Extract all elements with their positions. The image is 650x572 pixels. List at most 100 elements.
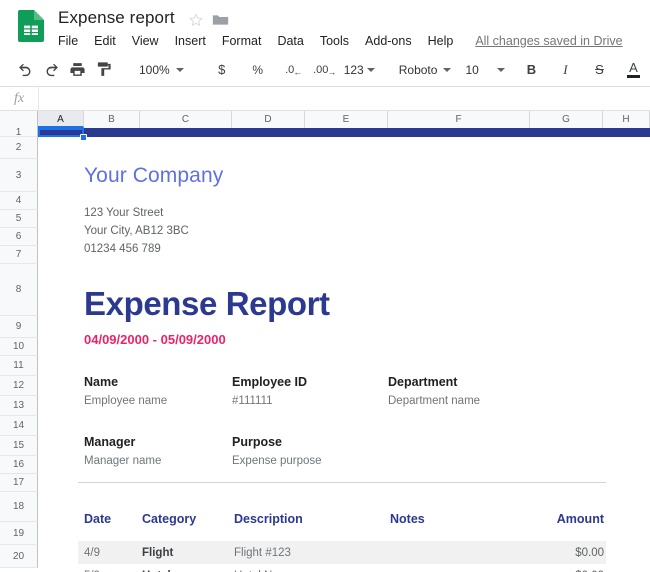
menu-item-insert[interactable]: Insert <box>175 34 206 48</box>
chevron-down-icon <box>367 68 375 72</box>
company-address-line-2: Your City, AB12 3BC <box>84 225 189 237</box>
row-header-16[interactable]: 16 <box>0 456 38 474</box>
row-header-12[interactable]: 12 <box>0 376 38 396</box>
row-1-fill-band <box>38 128 650 137</box>
fill-handle[interactable] <box>80 134 87 141</box>
menu-item-format[interactable]: Format <box>222 34 262 48</box>
company-name: Your Company <box>84 164 223 188</box>
chevron-down-icon <box>497 68 505 72</box>
text-color-label: A <box>629 62 638 74</box>
report-date-range: 04/09/2000 - 05/09/2000 <box>84 332 226 347</box>
sheet-cells[interactable]: Your Company 123 Your Street Your City, … <box>38 128 650 572</box>
text-color-swatch <box>627 75 640 78</box>
field-label-purpose: Purpose <box>232 435 282 449</box>
google-sheets-window: Expense report File Edit View Insert For… <box>0 0 650 572</box>
font-size-value: 10 <box>465 63 491 77</box>
row-header-15[interactable]: 15 <box>0 436 38 456</box>
field-value-name: Employee name <box>84 395 167 407</box>
table-header-date: Date <box>84 512 111 526</box>
currency-format-button[interactable]: $ <box>211 57 233 83</box>
table-header-amount: Amount <box>506 512 604 526</box>
row-header-5[interactable]: 5 <box>0 210 38 228</box>
folder-icon[interactable] <box>212 13 229 27</box>
row-header-17[interactable]: 17 <box>0 474 38 492</box>
more-formats-selector[interactable]: 123 <box>344 57 375 83</box>
column-header-g[interactable]: G <box>530 111 603 128</box>
active-cell-cursor[interactable] <box>38 128 84 137</box>
company-phone: 01234 456 789 <box>84 243 161 255</box>
spreadsheet-grid: ABCDEFGH 1234567891011121314151617181920… <box>0 111 650 572</box>
column-header-b[interactable]: B <box>84 111 140 128</box>
menu-item-tools[interactable]: Tools <box>320 34 349 48</box>
column-header-f[interactable]: F <box>388 111 530 128</box>
text-color-button[interactable]: A <box>622 57 644 83</box>
row-header-9[interactable]: 9 <box>0 316 38 338</box>
menu-item-file[interactable]: File <box>58 34 78 48</box>
undo-icon[interactable] <box>12 57 38 83</box>
star-outline-icon[interactable] <box>188 12 204 28</box>
row-header-1[interactable]: 1 <box>0 128 38 137</box>
menu-bar: File Edit View Insert Format Data Tools … <box>58 32 623 50</box>
table-cell-amount: $0.00 <box>506 547 604 559</box>
increase-decimal-label: .00 <box>313 64 328 76</box>
menu-item-help[interactable]: Help <box>428 34 454 48</box>
redo-icon[interactable] <box>38 57 64 83</box>
row-header-10[interactable]: 10 <box>0 338 38 356</box>
chevron-down-icon <box>176 68 184 72</box>
column-header-e[interactable]: E <box>305 111 388 128</box>
row-header-3[interactable]: 3 <box>0 159 38 192</box>
strikethrough-button[interactable]: S <box>588 57 610 83</box>
arrow-right-icon: → <box>327 67 336 77</box>
document-title[interactable]: Expense report <box>58 8 175 28</box>
column-header-h[interactable]: H <box>603 111 650 128</box>
zoom-selector[interactable]: 100% <box>139 57 184 83</box>
company-address-line-1: 123 Your Street <box>84 207 163 219</box>
function-icon[interactable]: fx <box>0 91 38 107</box>
column-header-a[interactable]: A <box>38 111 84 128</box>
column-header-d[interactable]: D <box>232 111 305 128</box>
toolbar: 100% $ % .0 ← .00 → 123 Roboto 10 <box>0 52 650 86</box>
row-header-19[interactable]: 19 <box>0 522 38 545</box>
report-title: Expense Report <box>84 285 330 323</box>
title-bar: Expense report File Edit View Insert For… <box>0 0 650 52</box>
column-header-c[interactable]: C <box>140 111 232 128</box>
row-header-6[interactable]: 6 <box>0 228 38 246</box>
row-header-7[interactable]: 7 <box>0 246 38 264</box>
table-header-category: Category <box>142 512 196 526</box>
field-value-purpose: Expense purpose <box>232 455 322 467</box>
row-header-11[interactable]: 11 <box>0 356 38 376</box>
row-header-13[interactable]: 13 <box>0 396 38 416</box>
field-value-manager: Manager name <box>84 455 161 467</box>
row-header-8[interactable]: 8 <box>0 264 38 316</box>
table-header-description: Description <box>234 512 303 526</box>
chevron-down-icon <box>443 68 451 72</box>
menu-item-data[interactable]: Data <box>277 34 303 48</box>
bold-button[interactable]: B <box>520 57 542 83</box>
zoom-value: 100% <box>139 63 170 77</box>
google-sheets-icon <box>18 10 44 42</box>
menu-item-edit[interactable]: Edit <box>94 34 116 48</box>
row-header-2[interactable]: 2 <box>0 137 38 159</box>
row-header-4[interactable]: 4 <box>0 192 38 210</box>
table-cell-category: Flight <box>142 547 173 559</box>
italic-button[interactable]: I <box>554 57 576 83</box>
field-label-manager: Manager <box>84 435 135 449</box>
menu-item-add-ons[interactable]: Add-ons <box>365 34 412 48</box>
font-size-selector[interactable]: 10 <box>465 57 505 83</box>
print-icon[interactable] <box>64 57 90 83</box>
save-status[interactable]: All changes saved in Drive <box>475 34 622 48</box>
select-all-corner[interactable] <box>0 111 38 128</box>
table-cell-description: Flight #123 <box>234 547 291 559</box>
font-family-selector[interactable]: Roboto <box>399 57 452 83</box>
formula-input[interactable] <box>39 86 650 111</box>
row-header-14[interactable]: 14 <box>0 416 38 436</box>
field-label-department: Department <box>388 375 457 389</box>
paint-format-icon[interactable] <box>90 57 116 83</box>
increase-decimal-button[interactable]: .00 → <box>314 57 336 83</box>
decrease-decimal-button[interactable]: .0 ← <box>283 57 305 83</box>
percent-format-button[interactable]: % <box>247 57 269 83</box>
column-header-row: ABCDEFGH <box>0 111 650 128</box>
row-header-20[interactable]: 20 <box>0 545 38 568</box>
row-header-18[interactable]: 18 <box>0 492 38 522</box>
menu-item-view[interactable]: View <box>132 34 159 48</box>
